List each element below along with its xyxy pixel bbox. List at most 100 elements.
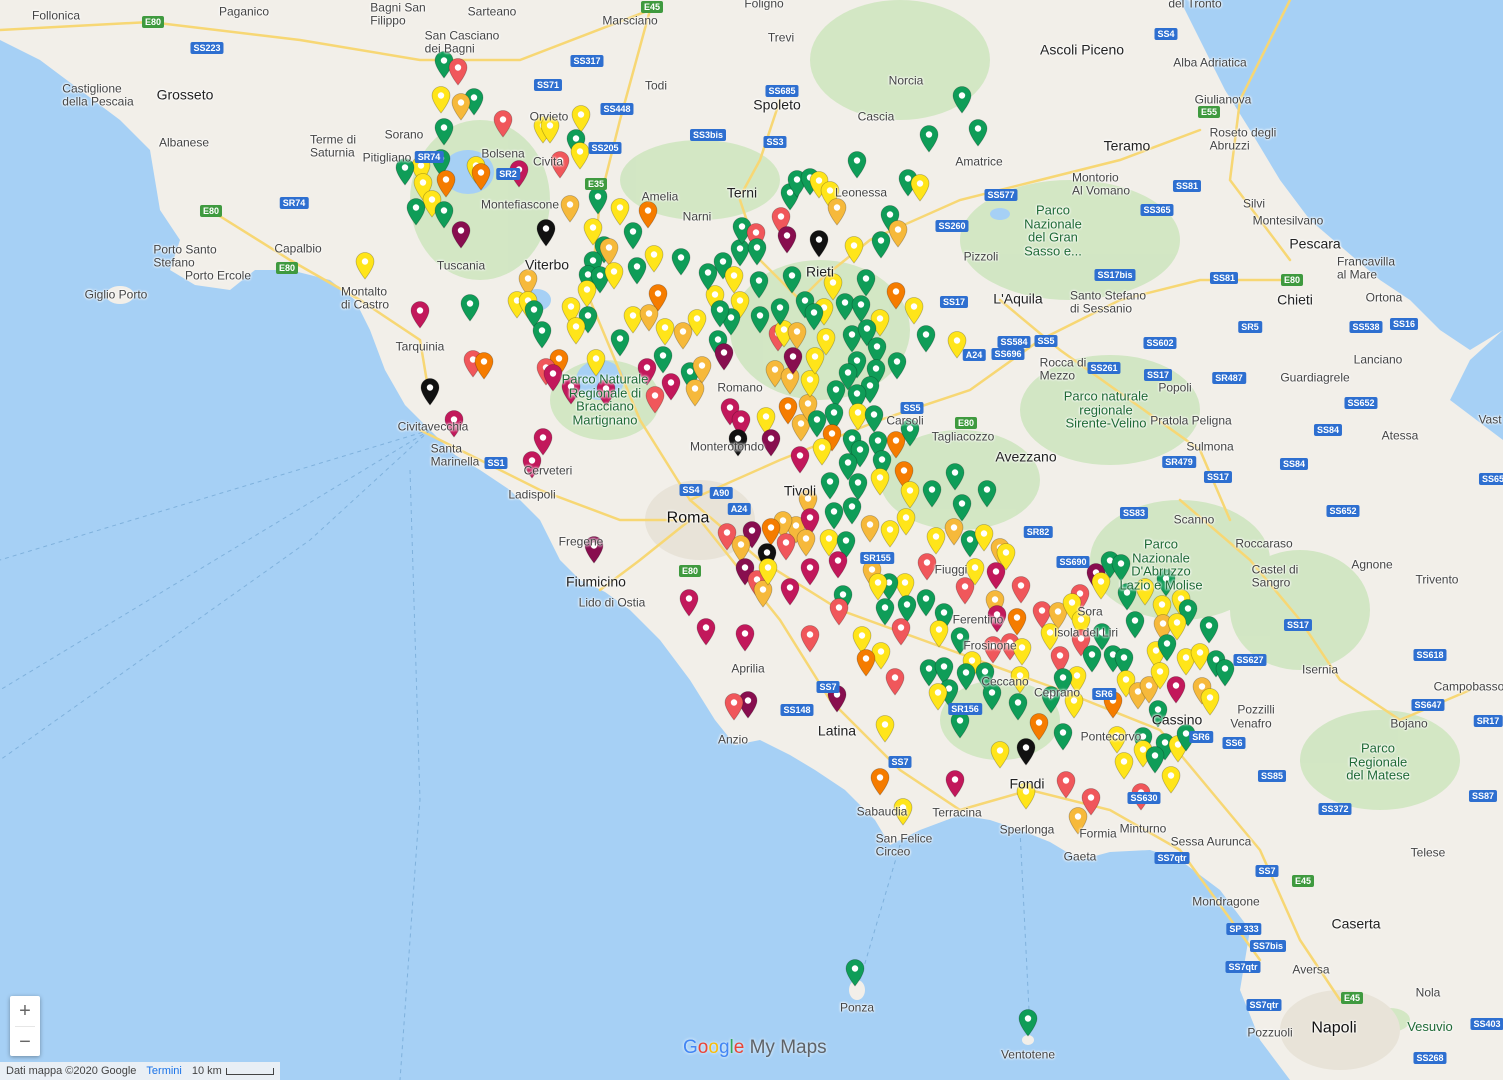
place-label: Leonessa bbox=[834, 185, 888, 200]
road-shield: SR5 bbox=[1238, 321, 1262, 333]
road-shield: SR82 bbox=[1023, 526, 1053, 538]
place-label: Cerveteri bbox=[523, 463, 573, 478]
road-shield: E45 bbox=[1340, 992, 1364, 1004]
road-shield: E80 bbox=[1280, 274, 1304, 286]
road-shield: E45 bbox=[1291, 875, 1315, 887]
place-label: Pozzilli bbox=[1237, 702, 1275, 717]
place-label: Terni bbox=[726, 184, 758, 201]
road-shield: SS17 bbox=[1283, 619, 1313, 631]
place-label: Ascoli Piceno bbox=[1039, 41, 1125, 58]
place-label: Ceprano bbox=[1033, 685, 1081, 700]
google-my-maps-logo: Google My Maps bbox=[683, 1037, 827, 1059]
road-shield: SS602 bbox=[1143, 337, 1177, 349]
place-label: Venafro bbox=[1230, 716, 1272, 731]
road-shield: SS17 bbox=[1143, 369, 1173, 381]
place-label: Parco Nazionale D'Abruzzo Lazio e Molise bbox=[1119, 536, 1203, 593]
place-label: Anzio bbox=[717, 732, 749, 747]
place-label: Giglio Porto bbox=[84, 287, 148, 302]
road-shield: SS538 bbox=[1349, 321, 1383, 333]
road-shield: SS365 bbox=[1140, 204, 1174, 216]
place-label: Bagni San Filippo bbox=[370, 0, 426, 27]
road-shield: SR479 bbox=[1162, 456, 1196, 468]
place-label: Lido di Ostia bbox=[578, 595, 646, 610]
road-shield: SS5 bbox=[1034, 335, 1058, 347]
road-shield: SS87 bbox=[1468, 790, 1498, 802]
place-label: Sulmona bbox=[1186, 439, 1234, 454]
road-shield: SS403 bbox=[1470, 1018, 1503, 1030]
place-label: Francavilla al Mare bbox=[1336, 254, 1396, 281]
place-label: Pontecorvo bbox=[1080, 729, 1142, 744]
place-label: Parco Nazionale del Gran Sasso e... bbox=[1024, 202, 1082, 259]
place-label: Caserta bbox=[1331, 915, 1381, 932]
road-shield: SS577 bbox=[984, 189, 1018, 201]
place-label: Tarquinia bbox=[395, 339, 445, 354]
road-shield: SS205 bbox=[588, 142, 622, 154]
road-shield: SS4 bbox=[1154, 28, 1178, 40]
place-label: Silvi bbox=[1242, 196, 1266, 211]
zoom-in-button[interactable]: + bbox=[10, 996, 40, 1026]
road-shield: E80 bbox=[678, 565, 702, 577]
road-shield: SS1 bbox=[484, 457, 508, 469]
place-label: Nola bbox=[1415, 985, 1441, 1000]
place-label: Fregene bbox=[558, 534, 604, 549]
road-shield: SR2 bbox=[496, 168, 520, 180]
place-label: Agnone bbox=[1351, 557, 1393, 572]
place-label: Roseto degli Abruzzi bbox=[1209, 125, 1277, 152]
road-shield: SS65 bbox=[1478, 473, 1503, 485]
place-label: Terme di Saturnia bbox=[309, 132, 357, 159]
place-label: Parco naturale regionale Sirente-Velino bbox=[1063, 388, 1149, 431]
zoom-out-button[interactable]: − bbox=[10, 1027, 40, 1057]
map-data-attribution: Dati mappa ©2020 Google bbox=[6, 1065, 137, 1077]
place-label: Chieti bbox=[1277, 291, 1313, 308]
place-label: Sorano bbox=[384, 127, 424, 142]
road-shield: SR6 bbox=[1189, 731, 1213, 743]
terms-link[interactable]: Termini bbox=[146, 1065, 181, 1077]
place-label: Aprilia bbox=[731, 661, 765, 676]
road-shield: SR74 bbox=[279, 197, 309, 209]
road-shield: A24 bbox=[727, 503, 751, 515]
road-shield: SS630 bbox=[1127, 792, 1161, 804]
place-label: Orvieto bbox=[529, 109, 569, 124]
place-label: Ponza bbox=[839, 1000, 875, 1015]
road-shield: SS223 bbox=[190, 42, 224, 54]
place-label: Ceccano bbox=[981, 674, 1029, 689]
place-label: Sarteano bbox=[467, 4, 517, 19]
place-label: Porto Santo Stefano bbox=[153, 242, 217, 269]
road-shield: SR74 bbox=[414, 151, 444, 163]
place-label: Pratola Peligna bbox=[1150, 413, 1232, 428]
place-label: Tivoli bbox=[783, 482, 817, 499]
place-label: Carsoli bbox=[886, 413, 924, 428]
place-label: Grosseto bbox=[156, 86, 214, 103]
road-shield: A24 bbox=[962, 349, 986, 361]
place-label: Paganico bbox=[218, 4, 270, 19]
road-shield: E80 bbox=[199, 205, 223, 217]
road-shield: SS372 bbox=[1318, 803, 1352, 815]
road-shield: SS81 bbox=[1172, 180, 1202, 192]
road-shield: SP 333 bbox=[1226, 923, 1262, 935]
road-shield: SR6 bbox=[1092, 688, 1116, 700]
place-label: Isernia bbox=[1301, 662, 1339, 677]
place-label: Fiuggi bbox=[934, 562, 968, 577]
road-shield: SS3bis bbox=[689, 129, 727, 141]
road-shield: SR155 bbox=[860, 552, 894, 564]
place-label: Capalbio bbox=[274, 241, 322, 256]
place-label: Santo Stefano di Sessanio bbox=[1069, 288, 1147, 315]
zoom-control: + − bbox=[10, 996, 40, 1056]
road-shield: SS260 bbox=[935, 220, 969, 232]
road-shield: SS85 bbox=[1257, 770, 1287, 782]
place-label: Tagliacozzo bbox=[931, 429, 995, 444]
place-label: Frosinone bbox=[963, 638, 1017, 653]
road-shield: SS7qtr bbox=[1246, 999, 1282, 1011]
road-shield: SS647 bbox=[1411, 699, 1445, 711]
place-label: Alba Adriatica bbox=[1173, 55, 1247, 70]
road-shield: SS268 bbox=[1413, 1052, 1447, 1064]
place-label: Foligno bbox=[744, 0, 784, 11]
place-label: Pescara bbox=[1289, 235, 1341, 252]
place-label: L'Aquila bbox=[993, 290, 1043, 307]
scale-indicator[interactable]: 10 km bbox=[192, 1065, 274, 1077]
road-shield: SS7qtr bbox=[1225, 961, 1261, 973]
place-label: Todi bbox=[644, 78, 668, 93]
my-maps-wordmark: My Maps bbox=[749, 1037, 827, 1058]
place-label: Albanese bbox=[158, 135, 210, 150]
road-shield: SR487 bbox=[1212, 372, 1246, 384]
